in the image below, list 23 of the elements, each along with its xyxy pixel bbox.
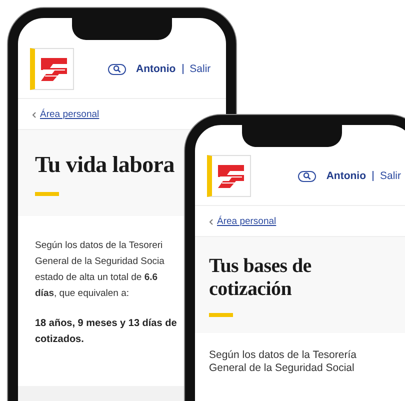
logout-link[interactable]: Salir [380,170,401,182]
separator-icon [182,64,184,74]
paragraph: Según los datos de la Tesorería General de la Seguridad Social [209,349,358,375]
page-title: Tu vida labora [35,152,176,178]
search-button[interactable] [298,170,316,182]
logo-mark-icon [216,163,246,189]
logo-mark-icon [39,56,69,82]
chevron-left-icon [32,112,36,118]
chevron-left-icon [209,218,213,224]
separator-icon [372,171,374,181]
search-icon [303,172,312,180]
user-link[interactable]: Antonio [136,63,176,75]
search-button[interactable] [108,64,126,74]
paragraph: 18 años, 9 meses y 13 días de cotizados. [35,317,178,347]
paragraph: Según los datos de la Tesoreri General de la Seguridad Socia estado de alta un total de 6.6 días, que equivalen a: [35,239,166,301]
page-title: Tus bases de cotización [209,255,312,301]
user-link[interactable]: Antonio [326,170,366,182]
accent-bar [35,192,59,196]
logout-link[interactable]: Salir [190,63,211,75]
accent-bar [209,313,233,317]
breadcrumb-link[interactable]: Área personal [217,216,276,227]
breadcrumb-link[interactable]: Área personal [40,109,100,120]
search-icon [113,65,121,73]
